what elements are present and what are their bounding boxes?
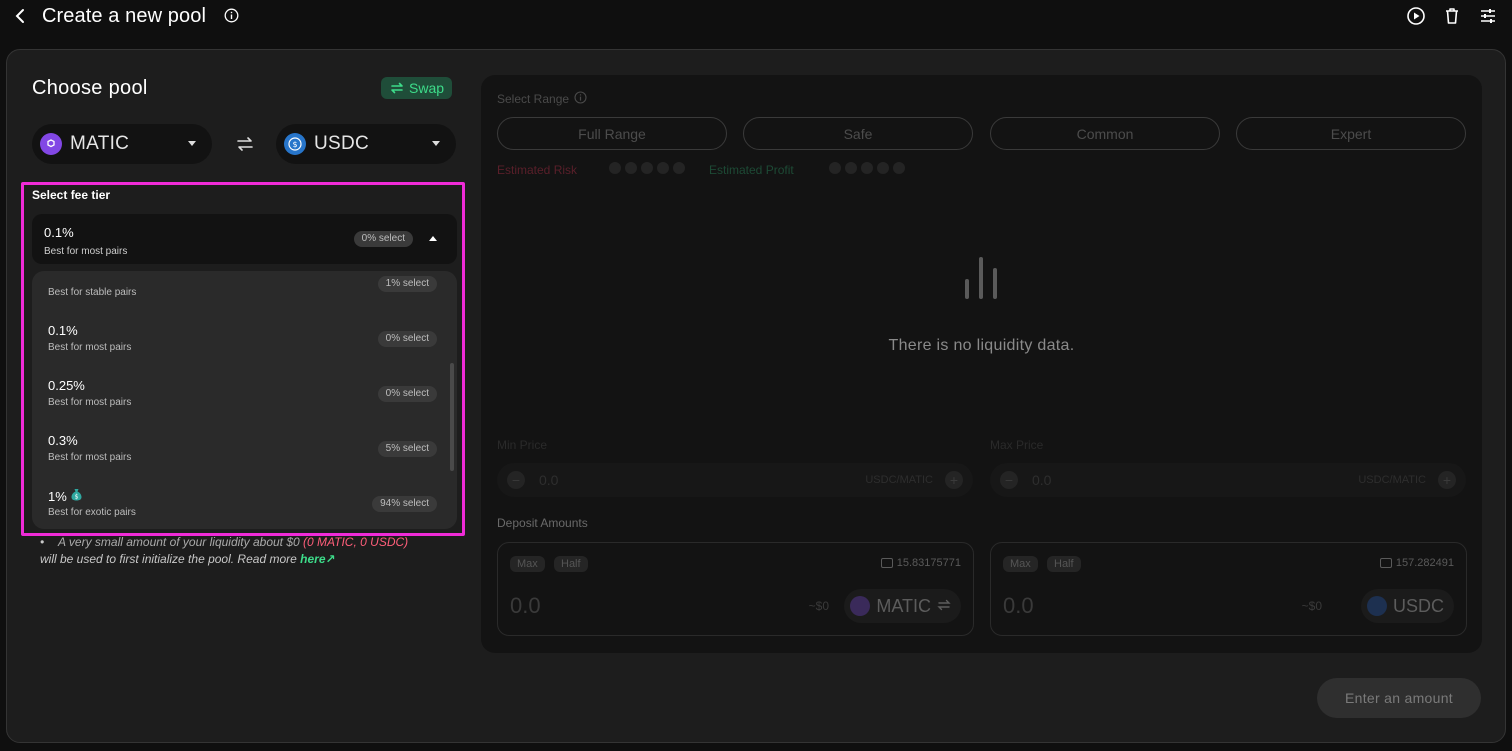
info-icon[interactable]	[224, 8, 239, 23]
range-title-row: Select Range	[497, 91, 587, 107]
play-circle-icon[interactable]	[1406, 6, 1426, 26]
matic-icon	[40, 133, 62, 155]
tab-full-range[interactable]: Full Range	[497, 117, 727, 150]
info-icon[interactable]	[574, 91, 587, 107]
tab-safe[interactable]: Safe	[743, 117, 973, 150]
max-price-unit: USDC/MATIC	[1358, 474, 1426, 486]
token-b-label: USDC	[314, 133, 370, 154]
deposit-box-usdc: Max Half 157.282491 0.0 ~$0 USDC	[990, 542, 1467, 636]
chevron-left-icon[interactable]	[12, 6, 30, 26]
token-pill-label: MATIC	[876, 595, 931, 616]
max-button[interactable]: Max	[510, 556, 545, 572]
page-title: Create a new pool	[42, 5, 207, 27]
usdc-icon: $	[284, 133, 306, 155]
profit-dots	[829, 162, 905, 174]
note-line-2: will be used to first initialize the poo…	[40, 551, 336, 568]
create-pool-panel: Choose pool Swap MATIC $ USDC Select fee…	[6, 49, 1506, 743]
token-a-select[interactable]: MATIC	[32, 124, 212, 164]
balance: 15.83175771	[880, 557, 961, 569]
half-button[interactable]: Half	[1047, 556, 1081, 572]
top-actions	[1406, 6, 1498, 26]
half-button[interactable]: Half	[554, 556, 588, 572]
range-title: Select Range	[497, 92, 570, 106]
risk-dots	[609, 162, 685, 174]
max-price-value: 0.0	[1032, 472, 1052, 488]
min-price-label: Min Price	[497, 438, 548, 452]
deposit-title: Deposit Amounts	[497, 516, 588, 530]
minus-icon[interactable]: −	[1000, 471, 1018, 489]
no-liquidity-text: There is no liquidity data.	[888, 337, 1075, 354]
chevron-down-icon	[188, 141, 196, 146]
note-line-2-text: will be used to first initialize the poo…	[40, 552, 297, 566]
min-price-input[interactable]: − 0.0 USDC/MATIC +	[497, 463, 973, 497]
estimated-risk-label: Estimated Risk	[497, 163, 578, 177]
bars-icon	[965, 257, 999, 299]
note-highlight: (0 MATIC, 0 USDC)	[303, 535, 409, 549]
usdc-icon	[1366, 596, 1387, 616]
tab-common[interactable]: Common	[990, 117, 1220, 150]
balance-value: 15.83175771	[896, 557, 961, 569]
choose-pool-title: Choose pool	[32, 77, 148, 99]
wallet-icon	[880, 558, 893, 568]
chevron-down-icon	[432, 141, 440, 146]
token-pill: USDC	[1360, 589, 1454, 623]
balance-value: 157.282491	[1395, 557, 1454, 569]
read-more-link[interactable]: here↗	[300, 552, 335, 566]
max-price-input[interactable]: − 0.0 USDC/MATIC +	[990, 463, 1466, 497]
matic-icon	[850, 596, 871, 616]
trash-icon[interactable]	[1442, 6, 1462, 26]
svg-text:$: $	[292, 140, 297, 149]
min-price-value: 0.0	[539, 472, 559, 488]
amount-input[interactable]: 0.0	[510, 593, 541, 619]
token-pill: MATIC	[844, 589, 961, 623]
balance: 157.282491	[1379, 557, 1454, 569]
swap-label: Swap	[409, 80, 445, 96]
tab-expert[interactable]: Expert	[1236, 117, 1466, 150]
estimated-profit-label: Estimated Profit	[709, 163, 794, 177]
token-a-label: MATIC	[70, 133, 130, 154]
wallet-icon	[1379, 558, 1392, 568]
token-b-select[interactable]: $ USDC	[276, 124, 456, 164]
note-line-1-text: A very small amount of your liquidity ab…	[58, 535, 300, 549]
token-pill-label: USDC	[1392, 595, 1444, 616]
plus-icon[interactable]: +	[1438, 471, 1456, 489]
note-line-1: A very small amount of your liquidity ab…	[58, 534, 408, 551]
fee-tier-highlight	[21, 182, 465, 536]
swap-icon[interactable]	[937, 596, 951, 617]
deposit-box-matic: Max Half 15.83175771 0.0 ~$0 MATIC	[497, 542, 974, 636]
range-panel: Select Range Full Range Safe Common Expe…	[481, 75, 1482, 653]
swap-button[interactable]: Swap	[381, 77, 453, 99]
minus-icon[interactable]: −	[507, 471, 525, 489]
note-bullet: •	[40, 535, 45, 549]
max-button[interactable]: Max	[1003, 556, 1038, 572]
amount-input[interactable]: 0.0	[1003, 593, 1034, 619]
max-price-label: Max Price	[990, 438, 1044, 452]
usd-value: ~$0	[808, 599, 829, 613]
sliders-icon[interactable]	[1478, 6, 1498, 26]
enter-amount-button[interactable]: Enter an amount	[1317, 678, 1481, 718]
swap-icon	[391, 82, 403, 94]
plus-icon[interactable]: +	[945, 471, 963, 489]
top-bar: Create a new pool	[0, 0, 1512, 36]
min-price-unit: USDC/MATIC	[865, 474, 933, 486]
usd-value: ~$0	[1301, 599, 1322, 613]
flip-icon[interactable]	[235, 135, 255, 153]
